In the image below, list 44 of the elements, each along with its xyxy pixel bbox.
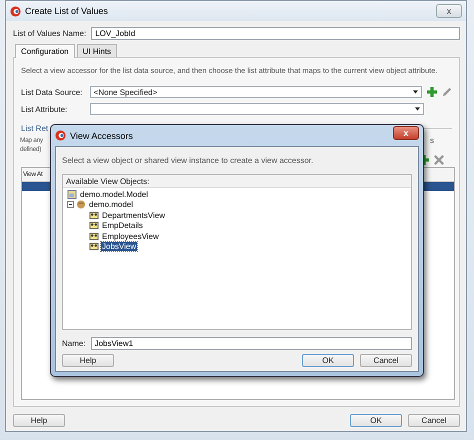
close-button[interactable]: x — [436, 4, 462, 18]
tree-item[interactable]: demo.model.Model — [79, 190, 150, 199]
pencil-icon[interactable] — [442, 87, 452, 97]
name-field[interactable]: LOV_JobId — [91, 27, 460, 40]
tree-heading: Available View Objects: — [63, 175, 411, 188]
dropdown-arrow-icon — [415, 107, 420, 111]
cancel-button[interactable]: Cancel — [360, 354, 412, 367]
ok-button[interactable]: OK — [302, 354, 354, 367]
instruction-text: Select a view object or shared view instance to create a view accessor. — [62, 156, 314, 165]
ok-button[interactable]: OK — [350, 414, 402, 427]
tab[interactable]: Configuration — [15, 44, 75, 58]
tree-item[interactable]: EmployeesView — [101, 232, 160, 241]
view-object-icon — [89, 242, 99, 252]
field-label: List Attribute: — [21, 104, 68, 114]
help-button[interactable]: Help — [13, 414, 65, 427]
field-label: List of Values Name: — [13, 29, 86, 38]
name-field[interactable]: JobsView1 — [90, 337, 412, 350]
dropdown[interactable]: <None Specified> — [90, 86, 422, 98]
tab[interactable]: UI Hints — [76, 44, 118, 57]
help-text: s — [430, 136, 434, 147]
cancel-button[interactable]: Cancel — [408, 414, 460, 427]
tree-item[interactable]: demo.model — [88, 200, 134, 210]
tree-item[interactable]: DepartmentsView — [101, 210, 166, 220]
view-object-icon — [89, 232, 99, 241]
delete-icon[interactable] — [434, 155, 444, 165]
field-label: Name: — [62, 339, 86, 348]
field-label: List Data Source: — [21, 86, 84, 98]
app-logo-icon — [10, 6, 21, 16]
view-object-icon — [89, 210, 99, 220]
window-title: Create List of Values — [25, 6, 108, 16]
close-button[interactable]: x — [393, 126, 419, 140]
tree-item[interactable]: EmpDetails — [101, 221, 144, 230]
collapse-icon[interactable] — [67, 201, 74, 208]
tree-item[interactable]: JobsView — [101, 242, 138, 252]
package-icon — [76, 200, 86, 210]
window-title: View Accessors — [70, 130, 133, 140]
help-button[interactable]: Help — [62, 354, 114, 367]
add-icon[interactable] — [427, 87, 437, 97]
section-heading: List Ret — [21, 124, 48, 133]
view-object-icon — [89, 221, 99, 230]
app-logo-icon — [55, 130, 66, 141]
dropdown[interactable] — [90, 103, 424, 115]
dropdown-arrow-icon — [413, 90, 418, 94]
project-icon — [67, 190, 77, 199]
